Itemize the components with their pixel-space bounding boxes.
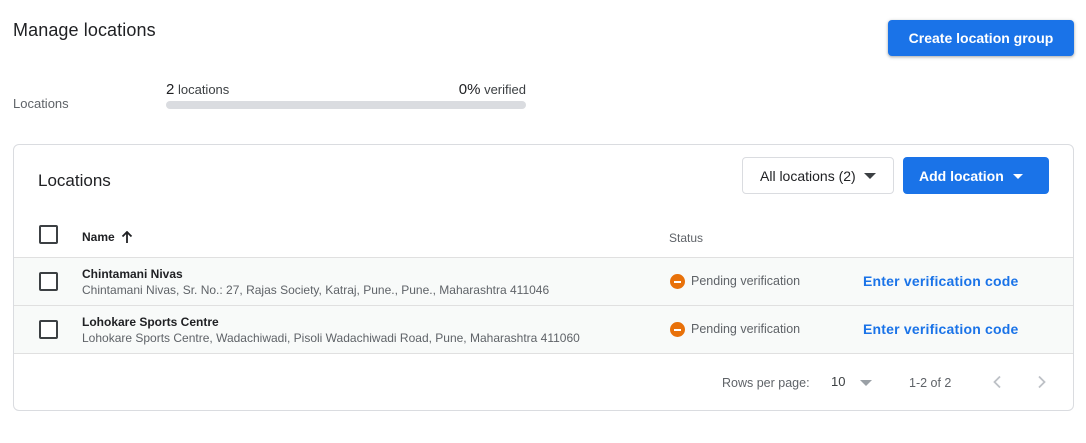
pending-status-icon: [670, 322, 685, 337]
caret-down-icon: [863, 172, 876, 179]
table-row: Chintamani Nivas Chintamani Nivas, Sr. N…: [14, 257, 1073, 305]
locations-count: 2 locations: [166, 81, 229, 98]
verified-percentage-suffix: verified: [484, 82, 526, 97]
rows-per-page-value: 10: [831, 374, 846, 389]
location-name: Lohokare Sports Centre: [82, 315, 219, 329]
pending-status-icon: [670, 274, 685, 289]
location-address: Chintamani Nivas, Sr. No.: 27, Rajas Soc…: [82, 283, 550, 297]
next-page-button[interactable]: [1031, 371, 1053, 393]
enter-verification-code-link[interactable]: Enter verification code: [863, 321, 1019, 337]
page-title: Manage locations: [13, 20, 156, 40]
location-name: Chintamani Nivas: [82, 267, 183, 281]
add-location-label: Add location: [919, 167, 1004, 184]
rows-per-page-select[interactable]: 10: [831, 374, 873, 389]
select-all-checkbox[interactable]: [39, 225, 58, 244]
verification-progress-bar: [166, 101, 526, 109]
column-header-name[interactable]: Name: [82, 230, 133, 244]
row-checkbox[interactable]: [39, 320, 58, 339]
location-status: Pending verification: [691, 274, 801, 288]
column-header-status: Status: [669, 231, 704, 245]
location-status: Pending verification: [691, 322, 801, 336]
rows-per-page-label: Rows per page:: [722, 376, 810, 390]
locations-card: Locations All locations (2) Add location…: [13, 144, 1074, 411]
pagination-range: 1-2 of 2: [909, 376, 952, 390]
card-title: Locations: [38, 171, 111, 190]
create-location-group-button[interactable]: Create location group: [888, 20, 1074, 56]
row-checkbox[interactable]: [39, 272, 58, 291]
table-row: Lohokare Sports Centre Lohokare Sports C…: [14, 305, 1073, 353]
enter-verification-code-link[interactable]: Enter verification code: [863, 273, 1019, 289]
summary-label: Locations: [13, 96, 69, 111]
locations-count-suffix: locations: [177, 82, 230, 97]
add-location-button[interactable]: Add location: [903, 157, 1049, 194]
arrow-up-icon: [121, 230, 132, 243]
location-filter-dropdown[interactable]: All locations (2): [742, 157, 894, 194]
verified-percentage: 0% verified: [376, 81, 526, 98]
location-filter-selected: All locations (2): [760, 167, 856, 184]
chevron-right-icon: [1038, 375, 1046, 389]
column-header-name-label: Name: [82, 230, 115, 244]
previous-page-button[interactable]: [986, 371, 1008, 393]
table-divider: [14, 353, 1073, 354]
verified-percentage-value: 0%: [458, 81, 481, 98]
location-address: Lohokare Sports Centre, Wadachiwadi, Pis…: [82, 331, 580, 345]
caret-down-icon: [1012, 174, 1023, 179]
chevron-left-icon: [993, 375, 1001, 389]
locations-count-value: 2: [166, 81, 175, 98]
caret-down-icon: [860, 380, 873, 386]
